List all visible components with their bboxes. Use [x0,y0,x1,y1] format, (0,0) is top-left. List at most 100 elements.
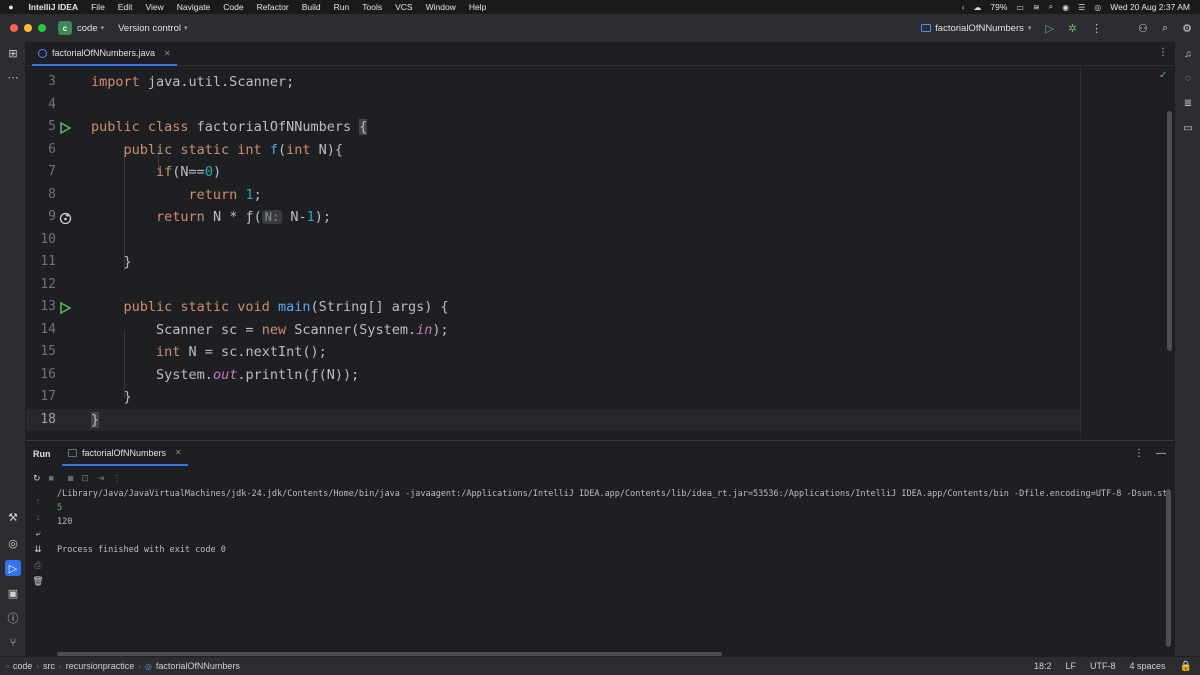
breadcrumb-item[interactable]: src [43,661,55,671]
close-tab-icon[interactable]: ✕ [164,49,171,58]
scroll-to-end-icon[interactable]: ⇊ [30,541,46,557]
menu-file[interactable]: File [85,2,112,12]
line-number: 6 [48,142,56,157]
build-hammer-icon[interactable]: ⚒ [5,509,21,525]
line-number: 15 [40,344,56,359]
console-command-line: /Library/Java/JavaVirtualMachines/jdk-24… [57,489,1167,499]
console-vertical-scrollbar[interactable] [1166,489,1171,647]
services-icon[interactable]: ◎ [5,535,21,551]
console-output[interactable]: /Library/Java/JavaVirtualMachines/jdk-24… [57,489,1167,649]
more-actions-icon[interactable]: ⋮ [1091,22,1102,35]
clear-all-trash-icon[interactable]: 🗑 [30,573,46,589]
chevron-right-icon: › [36,661,40,671]
code-editor[interactable]: ✓ 3 4 5 6 7 8 9 10 11 12 13 14 15 16 17 … [26,67,1174,439]
git-icon[interactable]: ⑂ [5,635,21,651]
run-class-gutter-icon[interactable] [58,121,72,135]
breadcrumb-item[interactable]: recursionpractice [66,661,135,671]
battery-icon[interactable]: ▭ [1016,3,1024,12]
run-panel-actions: ⋮ — [1134,448,1166,459]
ai-assistant-icon[interactable]: ◌ [1180,70,1196,86]
spotlight-search-icon[interactable]: ⌕ [1049,2,1053,12]
wifi-icon[interactable]: ≋ [1033,3,1040,12]
vcs-selector[interactable]: Version control ▾ [118,23,187,34]
line-number: 13 [40,299,56,314]
more-tools-icon[interactable]: ⋯ [5,69,21,85]
caret-position[interactable]: 18:2 [1034,661,1052,671]
settings-gear-icon[interactable]: ⚙ [1182,22,1192,35]
tab-actions-icon[interactable]: ⋮ [1158,47,1168,58]
user-icon[interactable]: ◉ [1062,3,1069,12]
run-icon[interactable]: ▷ [1045,22,1053,35]
scroll-down-icon[interactable]: ↓ [30,509,46,525]
run-tab-factorial[interactable]: factorialOfNNumbers ✕ [62,441,188,466]
lock-icon[interactable]: 🔒 [1180,661,1192,672]
indent-setting[interactable]: 4 spaces [1130,661,1166,671]
menu-code[interactable]: Code [217,2,250,12]
window-controls [10,24,46,32]
menubar-datetime[interactable]: Wed 20 Aug 2:37 AM [1110,2,1190,12]
inspection-ok-icon[interactable]: ✓ [1159,70,1167,81]
search-everywhere-icon[interactable]: ⌕ [1162,22,1168,35]
line-number: 4 [48,97,56,112]
terminal-icon[interactable]: ▣ [5,585,21,601]
menubar-status-area: ‹ ☁ 79% ▭ ≋ ⌕ ◉ ☰ ◎ Wed 20 Aug 2:37 AM [962,2,1200,12]
project-structure-icon[interactable]: ⊞ [5,45,21,61]
rerun-icon[interactable]: ↻ [33,473,41,484]
menu-navigate[interactable]: Navigate [170,2,217,12]
menu-refactor[interactable]: Refactor [250,2,295,12]
breadcrumb-item[interactable]: factorialOfNNumbers [156,661,240,671]
maximize-window-button[interactable] [38,24,46,32]
line-number: 17 [40,389,56,404]
collaboration-icon[interactable]: ⚇ [1138,22,1148,35]
exit-icon[interactable]: ⇥ [97,473,105,484]
line-number: 10 [40,232,56,247]
editor-tab-factorial[interactable]: factorialOfNNumbers.java ✕ [32,42,177,66]
siri-icon[interactable]: ◎ [1094,3,1101,12]
console-icon [68,448,77,457]
problems-icon[interactable]: ⓘ [5,610,21,626]
notifications-bell-icon[interactable]: ♫ [1180,46,1196,62]
menu-edit[interactable]: Edit [111,2,139,12]
apple-menu-icon[interactable]: ● [0,2,22,12]
app-menu[interactable]: IntelliJ IDEA [22,2,85,12]
database-icon[interactable]: ≣ [1180,95,1196,111]
editor-scrollbar[interactable] [1167,111,1172,351]
file-encoding[interactable]: UTF-8 [1090,661,1116,671]
chevron-right-icon: › [138,661,141,671]
module-icon: ▫ [6,661,9,671]
control-center-icon[interactable]: ☰ [1078,3,1085,12]
run-main-gutter-icon[interactable] [58,301,72,315]
folder-icon[interactable]: ▭ [1180,120,1196,136]
project-badge: c [58,21,72,35]
restore-layout-icon[interactable]: ⊡ [81,473,89,484]
close-window-button[interactable] [10,24,18,32]
line-separator[interactable]: LF [1066,661,1077,671]
debug-icon[interactable]: ✲ [1068,22,1077,35]
menu-run[interactable]: Run [327,2,356,12]
project-selector[interactable]: code ▾ [77,23,104,34]
breadcrumb-item[interactable]: code [13,661,33,671]
close-tab-icon[interactable]: ✕ [175,448,182,457]
menu-build[interactable]: Build [295,2,327,12]
menu-view[interactable]: View [139,2,170,12]
more-icon[interactable]: ⋮ [113,473,122,484]
minimize-panel-icon[interactable]: — [1156,448,1166,459]
menu-window[interactable]: Window [419,2,462,12]
camera-icon[interactable]: ◙ [68,473,73,483]
menu-tools[interactable]: Tools [356,2,389,12]
minimize-window-button[interactable] [24,24,32,32]
recursive-call-gutter-icon[interactable] [58,211,72,225]
scroll-up-icon[interactable]: ↑ [30,493,46,509]
print-icon[interactable]: ⎙ [30,557,46,573]
run-config-selector[interactable]: factorialOfNNumbers ▾ [921,23,1031,34]
battery-percent: 79% [990,2,1008,12]
menu-vcs[interactable]: VCS [389,2,419,12]
title-bar-actions: factorialOfNNumbers ▾ ▷ ✲ ⋮ ⚇ ⌕ ⚙ [921,22,1200,35]
menu-help[interactable]: Help [462,2,492,12]
stop-icon[interactable]: ■ [49,473,54,483]
soft-wrap-icon[interactable]: ⤶ [30,525,46,541]
run-tool-icon[interactable]: ▷ [5,560,21,576]
cloud-icon[interactable]: ☁ [973,3,981,12]
more-options-icon[interactable]: ⋮ [1134,448,1144,459]
chevron-left-icon[interactable]: ‹ [962,3,965,12]
